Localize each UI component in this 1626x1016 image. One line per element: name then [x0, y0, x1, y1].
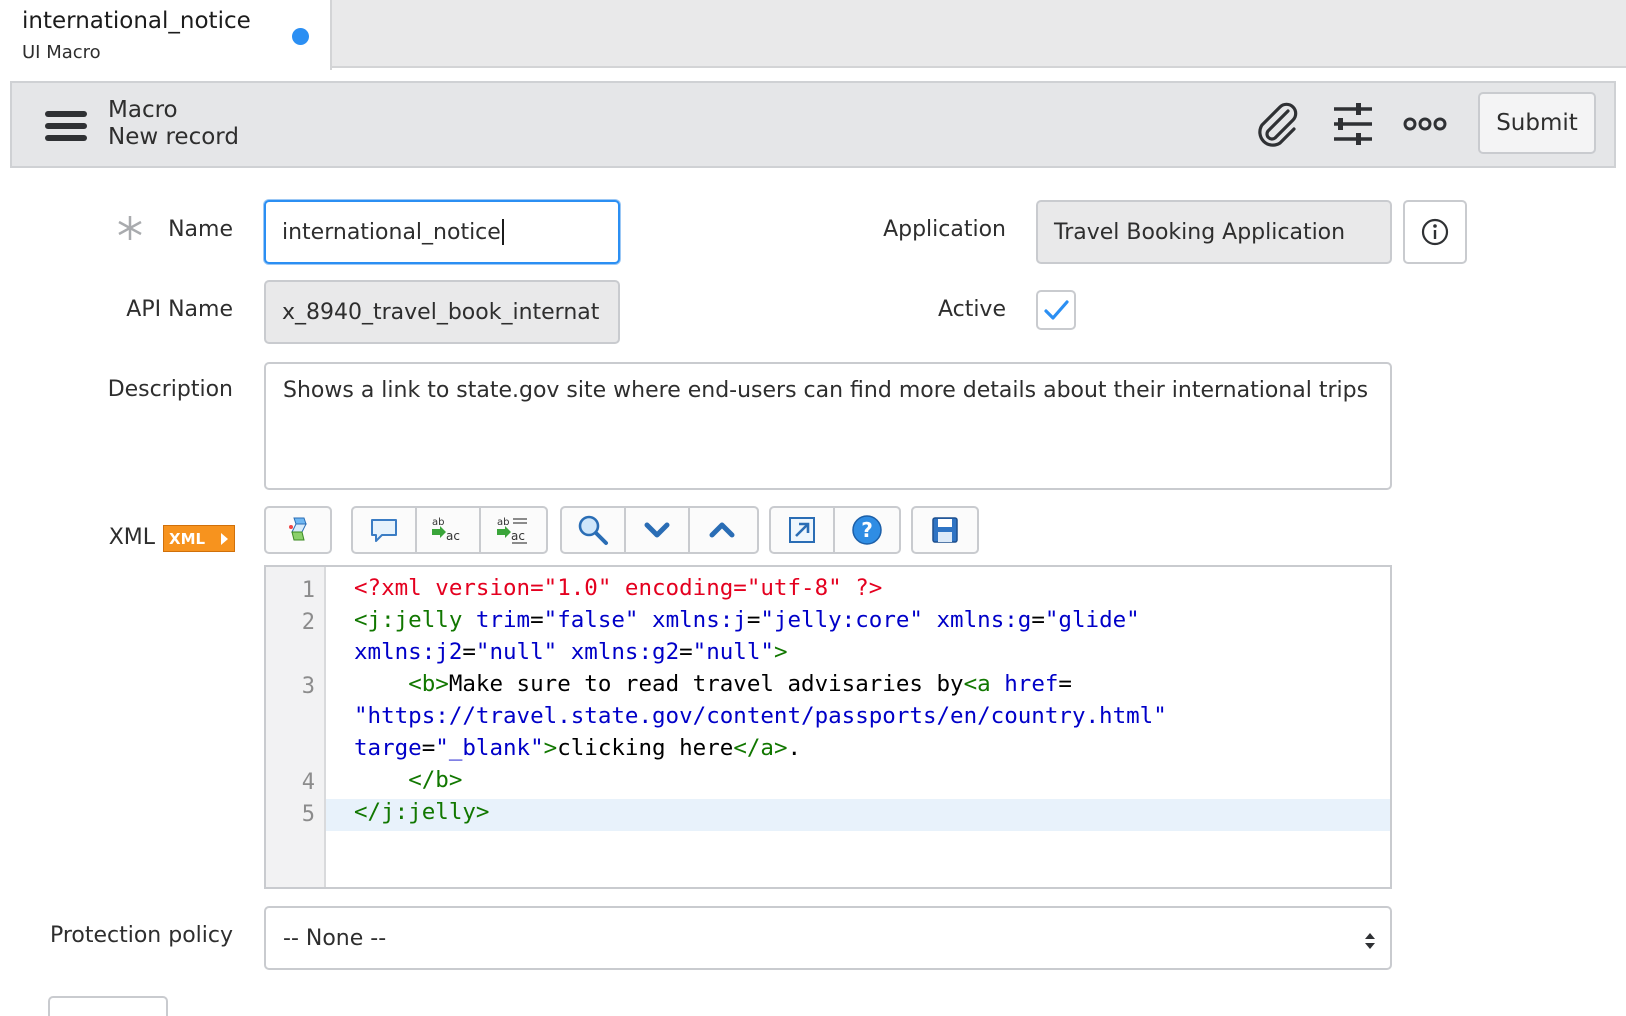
replace-all-icon[interactable]: ab ac [481, 508, 545, 552]
api-name-field: x_8940_travel_book_internat [264, 280, 620, 344]
help-icon[interactable]: ? [835, 508, 899, 552]
code-line: <j:jelly trim="false" xmlns:j="jelly:cor… [354, 607, 1140, 633]
toolbar-group-format [264, 506, 332, 554]
line-number: 3 [301, 674, 315, 699]
text-caret [501, 219, 504, 245]
name-label: Name [168, 217, 233, 242]
xml-label: XML [108, 525, 155, 550]
unsaved-dot-icon [292, 28, 309, 45]
description-value: Shows a link to state.gov site where end… [283, 378, 1369, 403]
form-title: Macro [108, 97, 178, 123]
description-label: Description [107, 377, 233, 402]
format-code-icon[interactable] [266, 508, 330, 552]
xml-badge-icon: XML [163, 525, 235, 552]
xml-badge-text: XML [169, 530, 206, 548]
form-header: Macro New record Submit [10, 81, 1616, 168]
code-line: "https://travel.state.gov/content/passpo… [354, 703, 1167, 729]
toolbar-group-edit: ab ac ab ac [351, 506, 548, 554]
application-label: Application [883, 217, 1006, 242]
application-value: Travel Booking Application [1054, 219, 1346, 245]
sliders-icon[interactable] [1330, 101, 1376, 147]
svg-text:ab: ab [497, 517, 509, 528]
protection-policy-select[interactable]: -- None -- [264, 906, 1392, 970]
info-icon[interactable] [1403, 200, 1467, 264]
paperclip-icon[interactable] [1254, 101, 1300, 147]
code-line: xmlns:j2="null" xmlns:g2="null"> [354, 639, 788, 665]
svg-text:ac: ac [511, 529, 525, 543]
line-number: 2 [301, 610, 315, 635]
tab-subtitle: UI Macro [22, 42, 101, 63]
bottom-button-partial[interactable] [48, 996, 168, 1016]
hamburger-menu-icon[interactable] [45, 111, 87, 141]
line-number-gutter: 1 2 3 4 5 [266, 567, 326, 887]
search-icon[interactable] [562, 508, 626, 552]
submit-button[interactable]: Submit [1478, 92, 1596, 154]
toolbar-group-view: ? [769, 506, 901, 554]
active-checkbox[interactable] [1036, 290, 1076, 330]
save-icon[interactable] [913, 508, 977, 552]
application-field: Travel Booking Application [1036, 200, 1392, 264]
protection-policy-label: Protection policy [49, 923, 233, 948]
required-star-icon [118, 215, 142, 241]
code-line: </b> [408, 767, 463, 793]
find-next-icon[interactable] [626, 508, 690, 552]
tab-title: international_notice [22, 8, 251, 34]
code-line: targe="_blank">clicking here</a>. [354, 735, 802, 761]
toolbar-group-save [911, 506, 979, 554]
select-arrows-icon [1365, 933, 1375, 949]
code-line: </j:jelly> [354, 799, 490, 825]
api-name-label: API Name [126, 297, 233, 322]
checkmark-icon [1044, 300, 1069, 320]
line-number: 4 [301, 770, 315, 795]
tab-international-notice[interactable]: international_notice UI Macro [0, 0, 332, 70]
line-number: 5 [301, 802, 315, 827]
name-input-value: international_notice [282, 219, 501, 245]
svg-text:ab: ab [432, 517, 444, 528]
comment-icon[interactable] [353, 508, 417, 552]
svg-text:?: ? [861, 518, 873, 542]
protection-policy-value: -- None -- [283, 925, 387, 951]
svg-text:ac: ac [446, 529, 460, 543]
replace-icon[interactable]: ab ac [417, 508, 481, 552]
xml-code-editor[interactable]: 1 2 3 4 5 <?xml version="1.0" encoding="… [264, 565, 1392, 889]
description-textarea[interactable]: Shows a link to state.gov site where end… [264, 362, 1392, 490]
active-label: Active [937, 297, 1006, 322]
find-previous-icon[interactable] [690, 508, 754, 552]
fullscreen-icon[interactable] [771, 508, 835, 552]
name-input[interactable]: international_notice [264, 200, 620, 264]
code-line: <b>Make sure to read travel advisaries b… [408, 671, 1072, 697]
more-icon[interactable] [1402, 101, 1448, 147]
line-number: 1 [301, 578, 315, 603]
code-line: <?xml version="1.0" encoding="utf-8" ?> [354, 575, 883, 601]
toolbar-group-search [560, 506, 759, 554]
form-subtitle: New record [108, 124, 239, 150]
api-name-value: x_8940_travel_book_internat [282, 299, 600, 325]
